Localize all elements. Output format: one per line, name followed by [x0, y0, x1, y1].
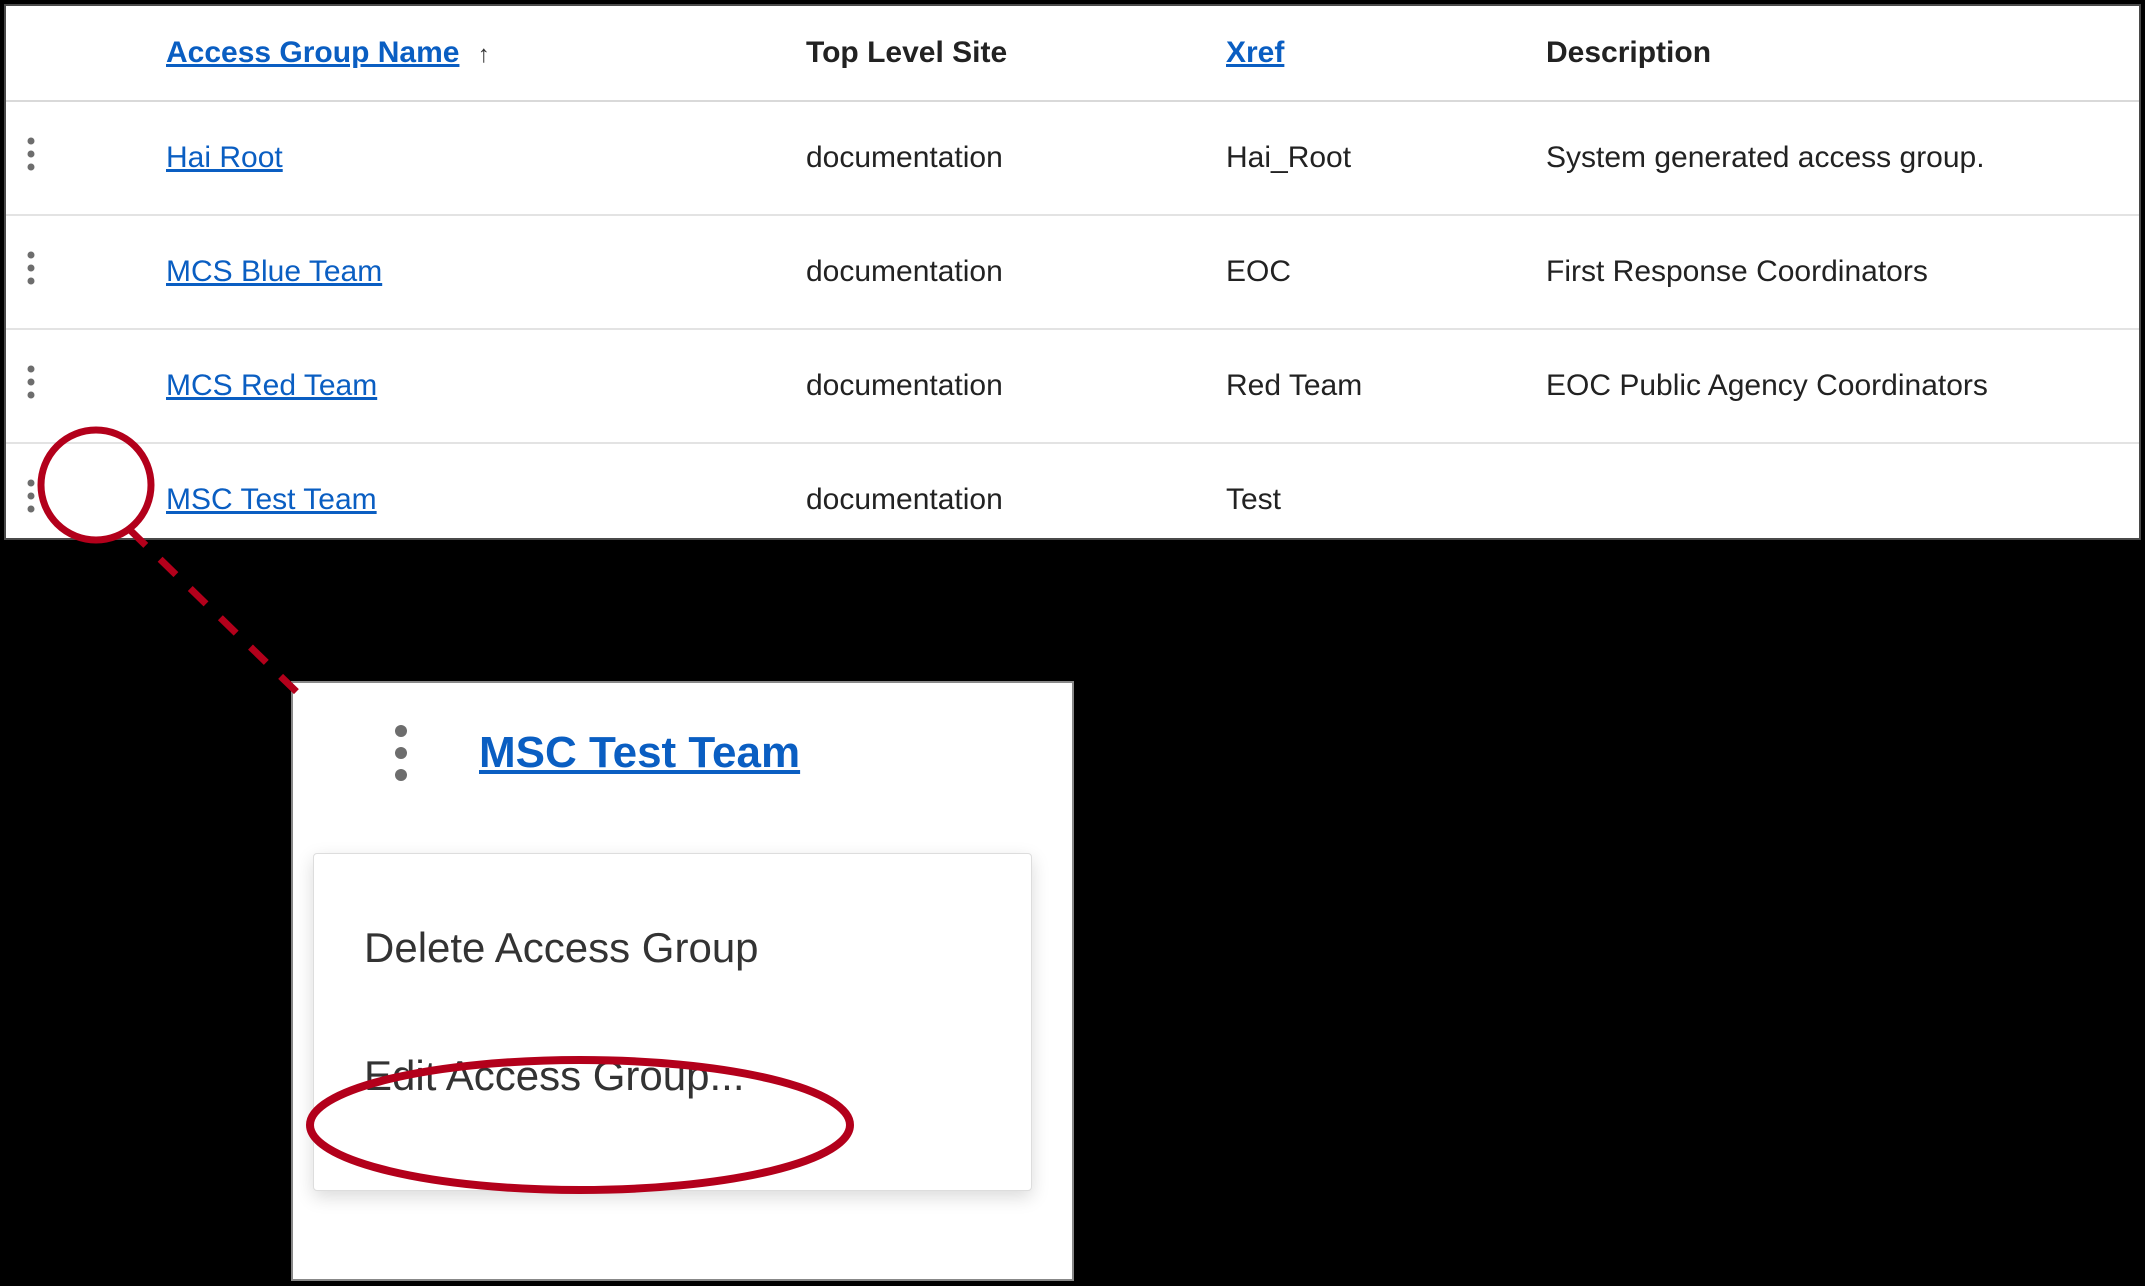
header-top-level-site: Top Level Site — [796, 6, 1216, 101]
header-xref[interactable]: Xref — [1216, 6, 1536, 101]
row-actions-icon[interactable] — [16, 250, 46, 286]
cell-top-level-site: documentation — [796, 329, 1216, 443]
row-actions-icon[interactable] — [16, 478, 46, 514]
callout-header: MSC Test Team — [293, 683, 1072, 823]
row-actions-icon[interactable] — [16, 136, 46, 172]
callout-row-name-link[interactable]: MSC Test Team — [479, 728, 800, 778]
access-group-table-panel: Access Group Name ↑ Top Level Site Xref … — [4, 4, 2141, 540]
access-group-name-link[interactable]: MSC Test Team — [166, 483, 377, 516]
cell-description: EOC Public Agency Coordinators — [1536, 329, 2139, 443]
row-actions-callout: MSC Test Team Delete Access Group Edit A… — [291, 681, 1074, 1281]
cell-description — [1536, 443, 2139, 556]
row-actions-icon[interactable] — [393, 723, 409, 783]
table-row: MCS Red Team documentation Red Team EOC … — [6, 329, 2139, 443]
table-row: Hai Root documentation Hai_Root System g… — [6, 101, 2139, 215]
row-actions-menu: Delete Access Group Edit Access Group... — [313, 853, 1032, 1191]
cell-top-level-site: documentation — [796, 443, 1216, 556]
header-description: Description — [1536, 6, 2139, 101]
cell-description: System generated access group. — [1536, 101, 2139, 215]
sort-ascending-icon: ↑ — [478, 41, 490, 68]
cell-description: First Response Coordinators — [1536, 215, 2139, 329]
header-xref-link[interactable]: Xref — [1226, 36, 1284, 69]
access-group-name-link[interactable]: MCS Blue Team — [166, 255, 382, 288]
table-row: MCS Blue Team documentation EOC First Re… — [6, 215, 2139, 329]
header-actions — [6, 6, 156, 101]
access-group-table: Access Group Name ↑ Top Level Site Xref … — [6, 6, 2139, 556]
cell-xref: Hai_Root — [1216, 101, 1536, 215]
cell-xref: Red Team — [1216, 329, 1536, 443]
menu-item-edit-access-group[interactable]: Edit Access Group... — [314, 1012, 1031, 1140]
cell-xref: Test — [1216, 443, 1536, 556]
access-group-name-link[interactable]: Hai Root — [166, 141, 283, 174]
header-access-group-name[interactable]: Access Group Name ↑ — [156, 6, 796, 101]
row-actions-icon[interactable] — [16, 364, 46, 400]
header-access-group-name-link[interactable]: Access Group Name — [166, 36, 459, 69]
menu-item-delete-access-group[interactable]: Delete Access Group — [314, 884, 1031, 1012]
table-row: MSC Test Team documentation Test — [6, 443, 2139, 556]
access-group-name-link[interactable]: MCS Red Team — [166, 369, 377, 402]
table-header-row: Access Group Name ↑ Top Level Site Xref … — [6, 6, 2139, 101]
cell-xref: EOC — [1216, 215, 1536, 329]
cell-top-level-site: documentation — [796, 101, 1216, 215]
cell-top-level-site: documentation — [796, 215, 1216, 329]
